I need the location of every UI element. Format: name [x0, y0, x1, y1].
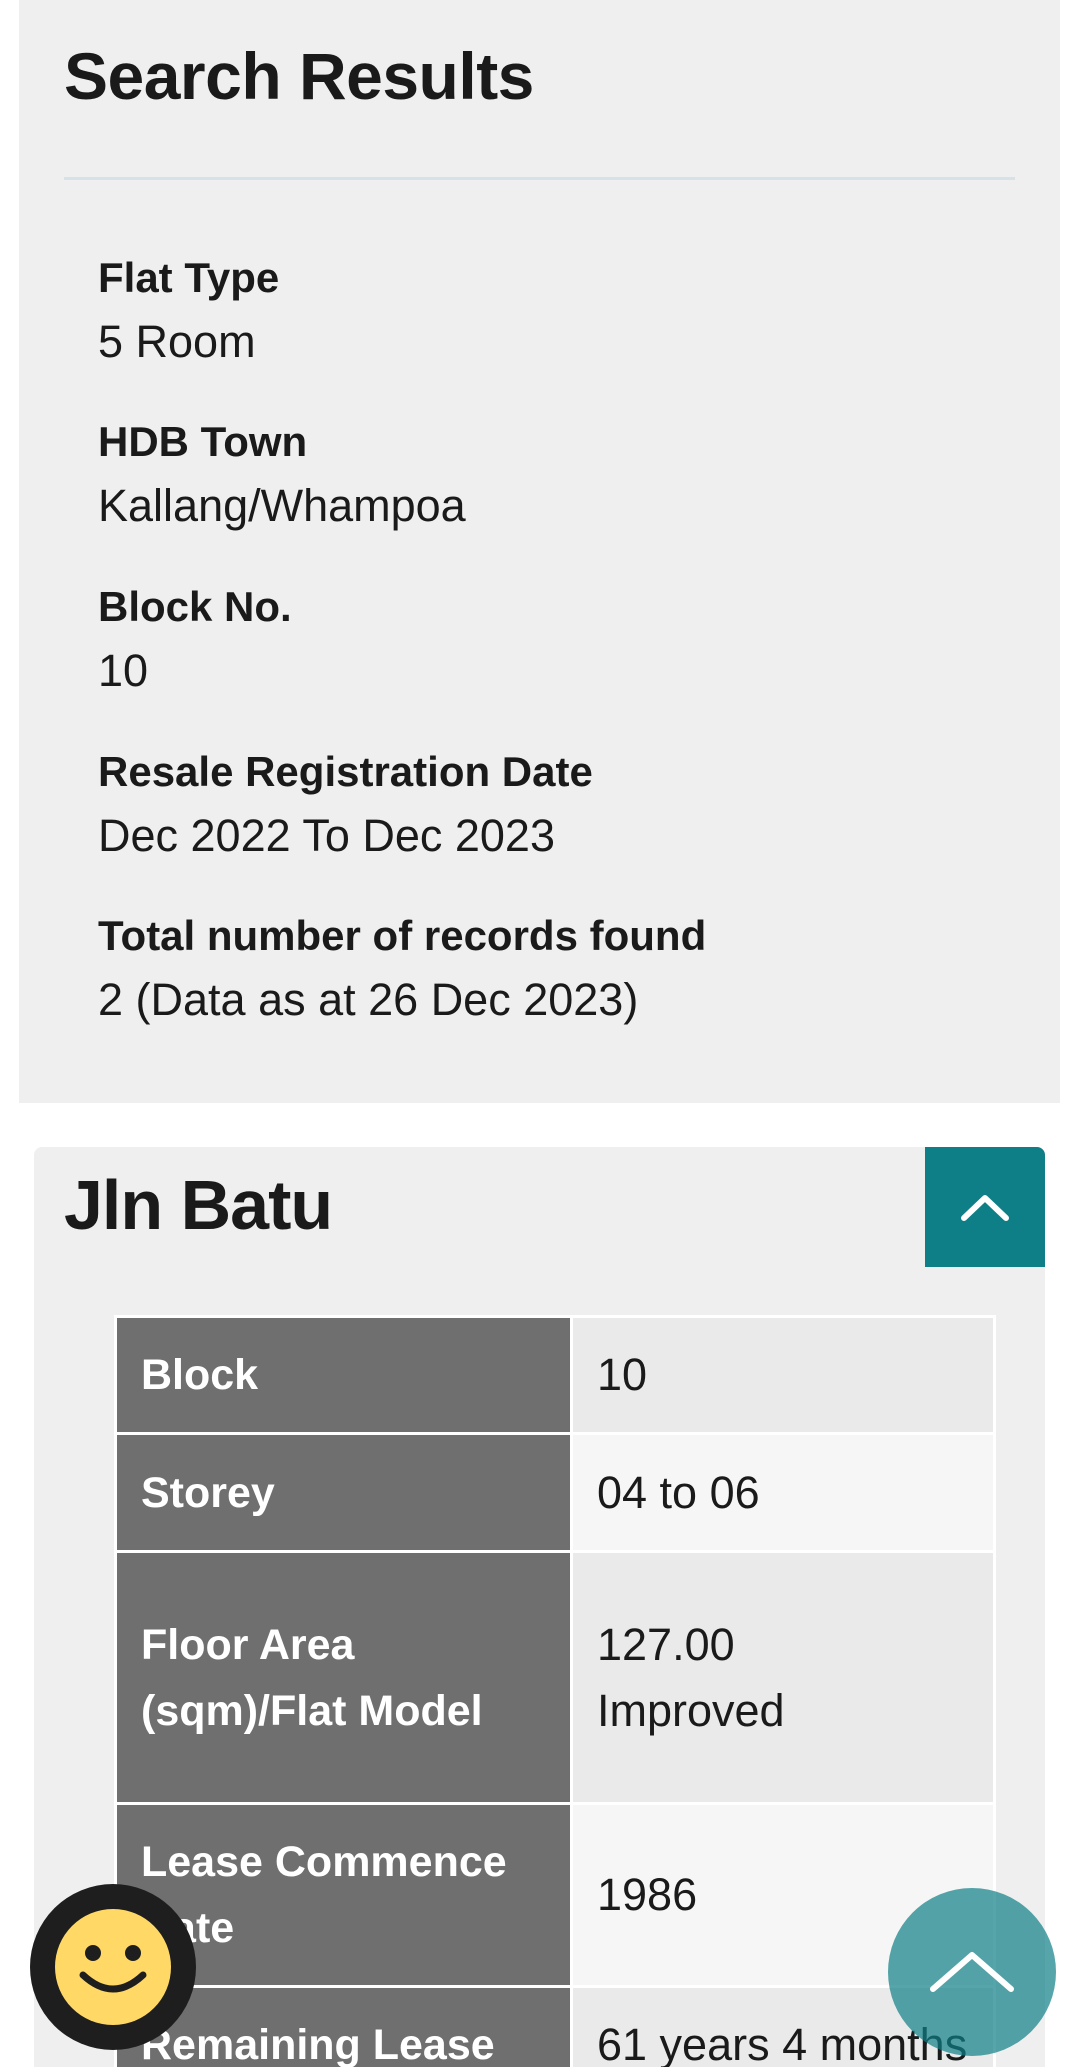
feedback-button[interactable] — [30, 1884, 196, 2050]
page: Search Results Flat Type 5 Room HDB Town… — [0, 0, 1080, 2067]
flat-type-label: Flat Type — [98, 254, 280, 301]
hdb-town-value: Kallang/Whampoa — [98, 480, 466, 531]
registration-date-value: Dec 2022 To Dec 2023 — [98, 810, 555, 861]
row-label: Floor Area (sqm)/Flat Model — [114, 1550, 573, 1805]
chevron-up-icon — [961, 1195, 1009, 1221]
street-name: Jln Batu — [64, 1166, 333, 1244]
registration-date-label: Resale Registration Date — [98, 748, 593, 795]
block-no-value: 10 — [98, 645, 149, 696]
records-found-label: Total number of records found — [98, 912, 707, 959]
collapse-button[interactable] — [925, 1147, 1045, 1267]
row-label: Storey — [114, 1432, 573, 1553]
records-found-value: 2 (Data as at 26 Dec 2023) — [98, 974, 639, 1025]
flat-model-value: Improved — [597, 1684, 785, 1736]
row-label: Block — [114, 1315, 573, 1435]
table-row: Lease Commence Date 1986 — [114, 1802, 996, 1988]
table-row: Block 10 — [114, 1315, 996, 1435]
search-summary-panel: Search Results Flat Type 5 Room HDB Town… — [19, 0, 1060, 1103]
floor-area-value: 127.00 — [597, 1618, 735, 1670]
divider — [64, 177, 1015, 180]
smiley-face-icon — [55, 1909, 171, 2025]
table-row: Floor Area (sqm)/Flat Model 127.00 Impro… — [114, 1550, 996, 1805]
table-row: Storey 04 to 06 — [114, 1432, 996, 1553]
row-value: 10 — [570, 1315, 996, 1435]
flat-type-value: 5 Room — [98, 316, 256, 367]
page-title: Search Results — [64, 39, 534, 113]
hdb-town-label: HDB Town — [98, 418, 308, 465]
table-row: Remaining Lease 61 years 4 months — [114, 1985, 996, 2067]
result-details-table: Block 10 Storey 04 to 06 Floor Area (sqm… — [114, 1315, 996, 2067]
row-value: 04 to 06 — [570, 1432, 996, 1553]
scroll-to-top-button[interactable] — [888, 1888, 1056, 2056]
chevron-up-icon — [930, 1952, 1014, 1992]
row-value: 127.00 Improved — [570, 1550, 996, 1805]
block-no-label: Block No. — [98, 583, 292, 630]
